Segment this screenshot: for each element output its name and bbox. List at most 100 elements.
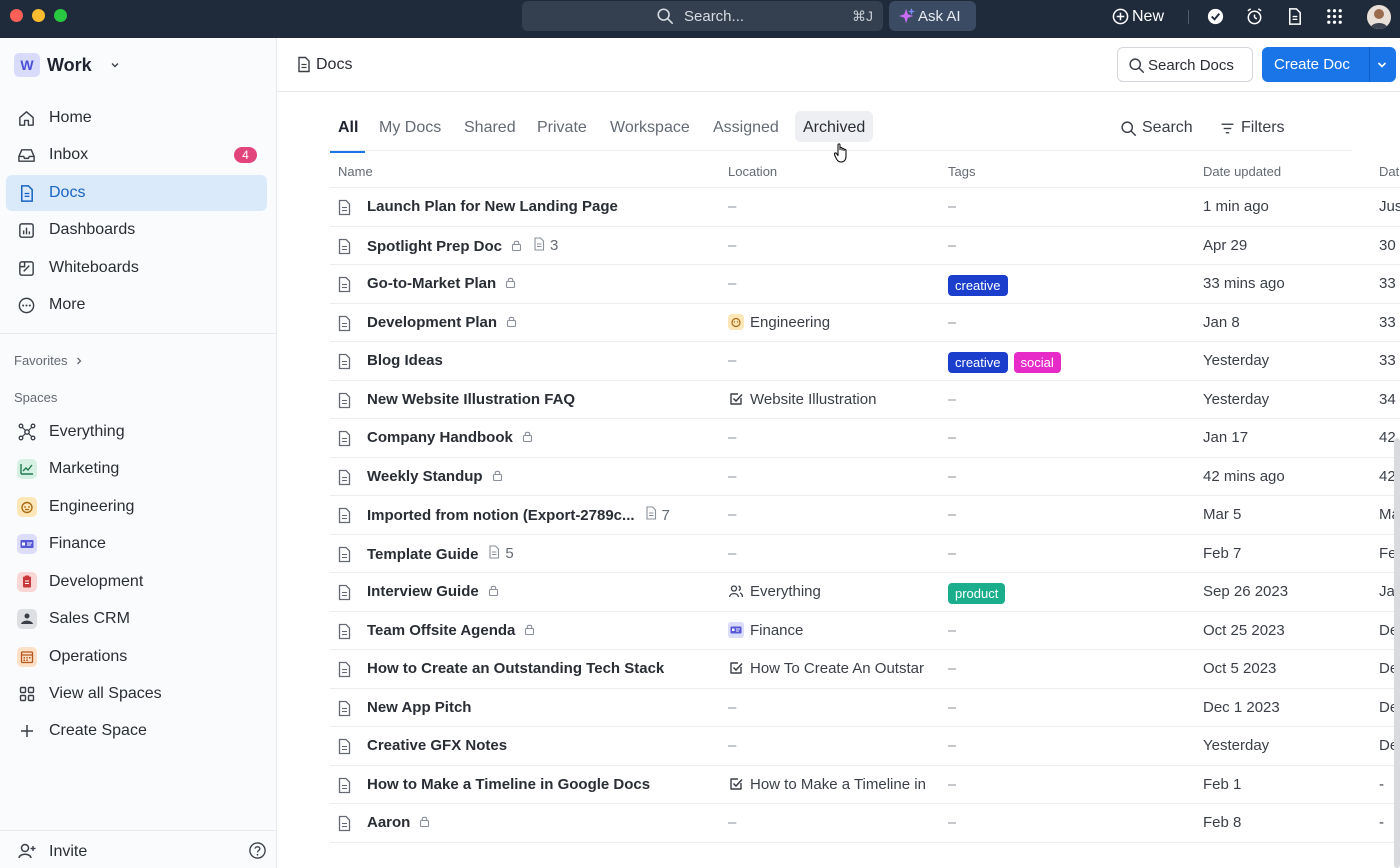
doc-name-cell[interactable]: Company Handbook [367,429,534,446]
table-row[interactable]: How to Create an Outstanding Tech Stack H… [330,650,1400,689]
doc-name-cell[interactable]: New Website Illustration FAQ [367,391,575,408]
location-cell[interactable]: – [728,468,938,485]
tags-cell[interactable]: – [948,237,956,254]
search-docs-button[interactable]: Search Docs [1117,47,1253,82]
location-cell[interactable]: – [728,237,938,254]
table-row[interactable]: Weekly Standup – –42 mins ago 42 [330,458,1400,496]
column-header-name[interactable]: Name [338,164,373,179]
space-finance[interactable]: Finance [6,526,267,562]
global-search-bar[interactable]: Search... ⌘J [522,1,883,31]
location-cell[interactable]: – [728,352,938,369]
doc-name-cell[interactable]: Blog Ideas [367,352,443,369]
tags-cell[interactable]: – [948,314,956,331]
doc-name-cell[interactable]: Aaron [367,814,431,831]
doc-name-cell[interactable]: Template Guide 5 [367,544,514,563]
sidebar-item-inbox[interactable]: Inbox 4 [6,137,267,173]
alarm-clock-icon[interactable] [1245,7,1264,26]
table-row[interactable]: Launch Plan for New Landing Page – – 1 min … [330,188,1400,227]
table-row[interactable]: Interview Guide Everything product Sep 26 2… [330,573,1400,612]
close-window-button[interactable] [10,9,23,22]
doc-name-cell[interactable]: How to Create an Outstanding Tech Stack [367,660,664,677]
location-cell[interactable]: Website Illustration [728,391,938,408]
vertical-scrollbar[interactable] [1394,438,1400,868]
location-cell[interactable]: – [728,737,938,754]
space-everything[interactable]: Everything [6,414,267,450]
location-cell[interactable]: – [728,506,938,523]
table-row[interactable]: Aaron – – Feb 8- [330,804,1400,843]
tab-archived[interactable]: Archived [795,111,874,142]
space-development[interactable]: Development [6,564,267,600]
sidebar-item-home[interactable]: Home [6,100,267,136]
invite-button[interactable]: Invite [6,833,271,868]
tags-cell[interactable]: – [948,776,956,793]
tag-badge[interactable]: creative [948,352,1008,373]
space-sales-crm[interactable]: Sales CRM [6,601,267,637]
doc-name-cell[interactable]: New App Pitch [367,699,471,716]
location-cell[interactable]: Finance [728,621,938,639]
location-cell[interactable]: How To Create An Outstar [728,660,938,677]
tags-cell[interactable]: – [948,506,956,523]
filters-button[interactable]: Filters [1219,119,1299,139]
tab-my-docs[interactable]: My Docs [371,111,449,142]
create-doc-button[interactable]: Create Doc [1262,47,1396,82]
table-row[interactable]: New Website Illustration FAQ Website Illu… [330,381,1400,419]
table-row[interactable]: Creative GFX Notes – – Yesterday De [330,727,1400,766]
column-header-date-created[interactable]: Dat [1379,164,1400,179]
doc-name-cell[interactable]: Spotlight Prep Doc 3 [367,236,558,255]
tag-badge[interactable]: product [948,583,1006,604]
doc-name-cell[interactable]: How to Make a Timeline in Google Docs [367,776,650,793]
tab-private[interactable]: Private [529,111,595,142]
tags-cell[interactable]: creative [948,275,1014,296]
location-cell[interactable]: Engineering [728,313,938,331]
location-cell[interactable]: – [728,275,938,292]
doc-name-cell[interactable]: Interview Guide [367,583,500,600]
location-cell[interactable]: – [728,198,938,215]
sidebar-item-docs[interactable]: Docs [6,175,267,211]
doc-name-cell[interactable]: Imported from notion (Export-2789c... 7 [367,506,670,524]
doc-name-cell[interactable]: Go-to-Market Plan [367,275,517,292]
tags-cell[interactable]: creative social [948,352,1067,373]
tab-all[interactable]: All [330,111,366,142]
tags-cell[interactable]: – [948,699,956,716]
document-icon[interactable] [1285,7,1304,26]
create-space[interactable]: Create Space [6,713,267,749]
location-cell[interactable]: – [728,699,938,716]
column-header-date-updated[interactable]: Date updated [1203,164,1281,179]
location-cell[interactable]: – [728,814,938,831]
doc-name-cell[interactable]: Weekly Standup [367,468,504,485]
table-row[interactable]: Go-to-Market Plan – creative 33 mins ago 33 [330,265,1400,304]
location-cell[interactable]: Everything [728,583,938,600]
tab-workspace[interactable]: Workspace [602,111,698,142]
help-icon[interactable] [248,841,267,860]
minimize-window-button[interactable] [32,9,45,22]
tags-cell[interactable]: product [948,583,1011,604]
favorites-header[interactable]: Favorites [14,353,83,368]
sidebar-item-dashboards[interactable]: Dashboards [6,212,267,248]
table-row[interactable]: Template Guide 5– – Feb 7 Fel [330,535,1400,573]
tags-cell[interactable]: – [948,468,956,485]
table-row[interactable]: Team Offsite Agenda Finance – Oct 25 2023 De [330,612,1400,650]
tags-cell[interactable]: – [948,737,956,754]
location-cell[interactable]: – [728,545,938,562]
tags-cell[interactable]: – [948,391,956,408]
column-header-location[interactable]: Location [728,164,777,179]
breadcrumb[interactable]: Docs [316,56,352,74]
sidebar-item-whiteboards[interactable]: Whiteboards [6,250,267,286]
user-avatar[interactable] [1367,5,1391,29]
column-header-tags[interactable]: Tags [948,164,975,179]
apps-grid-icon[interactable] [1325,7,1344,26]
check-circle-icon[interactable] [1206,7,1225,26]
table-row[interactable]: Imported from notion (Export-2789c... 7 – –… [330,496,1400,535]
doc-name-cell[interactable]: Creative GFX Notes [367,737,507,754]
tags-cell[interactable]: – [948,198,956,215]
doc-name-cell[interactable]: Launch Plan for New Landing Page [367,198,618,215]
space-engineering[interactable]: Engineering [6,489,267,525]
tag-badge[interactable]: creative [948,275,1008,296]
tags-cell[interactable]: – [948,545,956,562]
location-cell[interactable]: How to Make a Timeline in [728,776,938,793]
table-row[interactable]: Blog Ideas – creative social Yesterday 33 [330,342,1400,381]
tags-cell[interactable]: – [948,660,956,677]
tags-cell[interactable]: – [948,814,956,831]
view-all-spaces[interactable]: View all Spaces [6,676,267,712]
tags-cell[interactable]: – [948,622,956,639]
